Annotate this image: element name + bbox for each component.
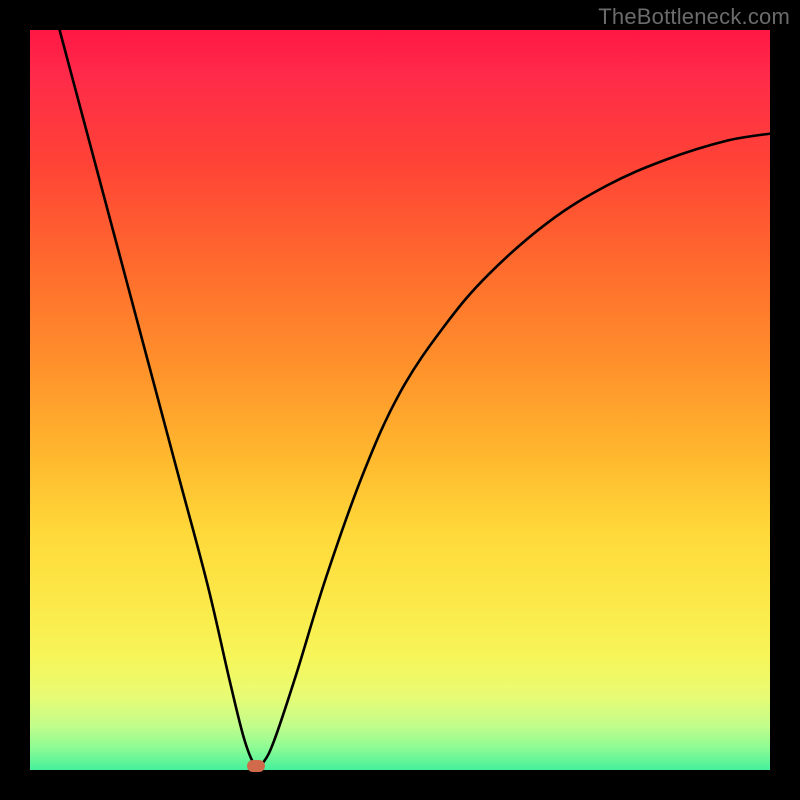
chart-frame: TheBottleneck.com: [0, 0, 800, 800]
watermark-text: TheBottleneck.com: [598, 4, 790, 30]
minimum-marker: [247, 760, 265, 772]
bottleneck-curve: [30, 30, 770, 770]
plot-area: [30, 30, 770, 770]
